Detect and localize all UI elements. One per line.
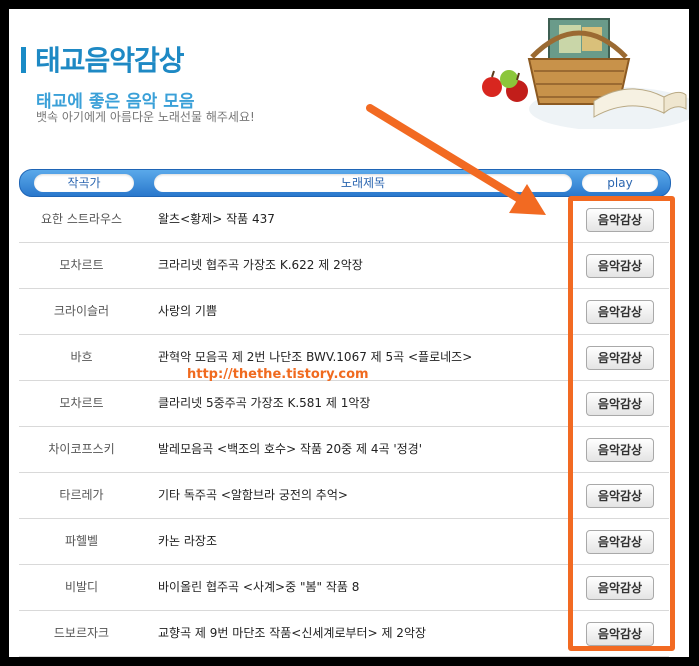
row-song-title: 크라리넷 협주곡 가장조 K.622 제 2악장 bbox=[158, 258, 363, 272]
row-song-title: 사랑의 기쁨 bbox=[158, 304, 218, 318]
page-frame: 태교음악감상 태교에 좋은 음악 모음 뱃속 아기에게 아름다운 노래선물 해주… bbox=[9, 9, 689, 657]
header-song-title: 노래제목 bbox=[154, 174, 572, 192]
header-composer: 작곡가 bbox=[34, 174, 134, 192]
row-composer: 비발디 bbox=[64, 580, 99, 594]
header-play: play bbox=[582, 174, 658, 192]
row-song-title: 교향곡 제 9번 마단조 작품<신세계로부터> 제 2악장 bbox=[158, 626, 427, 640]
row-composer: 크라이슬러 bbox=[53, 304, 110, 318]
row-composer: 드보르자크 bbox=[53, 626, 110, 640]
row-composer: 바흐 bbox=[70, 350, 93, 364]
row-song-title: 기타 독주곡 <알함브라 궁전의 추억> bbox=[158, 488, 348, 502]
row-song-title: 바이올린 협주곡 <사계>중 "봄" 작품 8 bbox=[158, 580, 360, 594]
row-composer: 차이코프스키 bbox=[48, 442, 115, 456]
highlight-box-annotation bbox=[568, 196, 675, 651]
row-composer: 요한 스트라우스 bbox=[40, 212, 123, 226]
page-title: 태교음악감상 bbox=[35, 44, 185, 77]
row-song-title: 발레모음곡 <백조의 호수> 작품 20중 제 4곡 '정경' bbox=[158, 442, 422, 456]
row-composer: 파헬벨 bbox=[64, 534, 99, 548]
row-song-title: 카논 라장조 bbox=[158, 534, 218, 548]
watermark-url: http://thethe.tistory.com bbox=[187, 367, 369, 382]
row-song-title: 클라리넷 5중주곡 가장조 K.581 제 1악장 bbox=[158, 396, 371, 410]
row-song-title: 왈츠<황제> 작품 437 bbox=[158, 212, 275, 226]
row-composer: 모차르트 bbox=[59, 258, 104, 272]
music-basket-illustration bbox=[482, 18, 689, 129]
title-accent-bar bbox=[21, 47, 26, 73]
table-header: 작곡가 노래제목 play bbox=[19, 169, 671, 197]
page-description: 뱃속 아기에게 아름다운 노래선물 해주세요! bbox=[36, 110, 255, 124]
row-composer: 모차르트 bbox=[59, 396, 104, 410]
row-composer: 타르레가 bbox=[59, 488, 104, 502]
